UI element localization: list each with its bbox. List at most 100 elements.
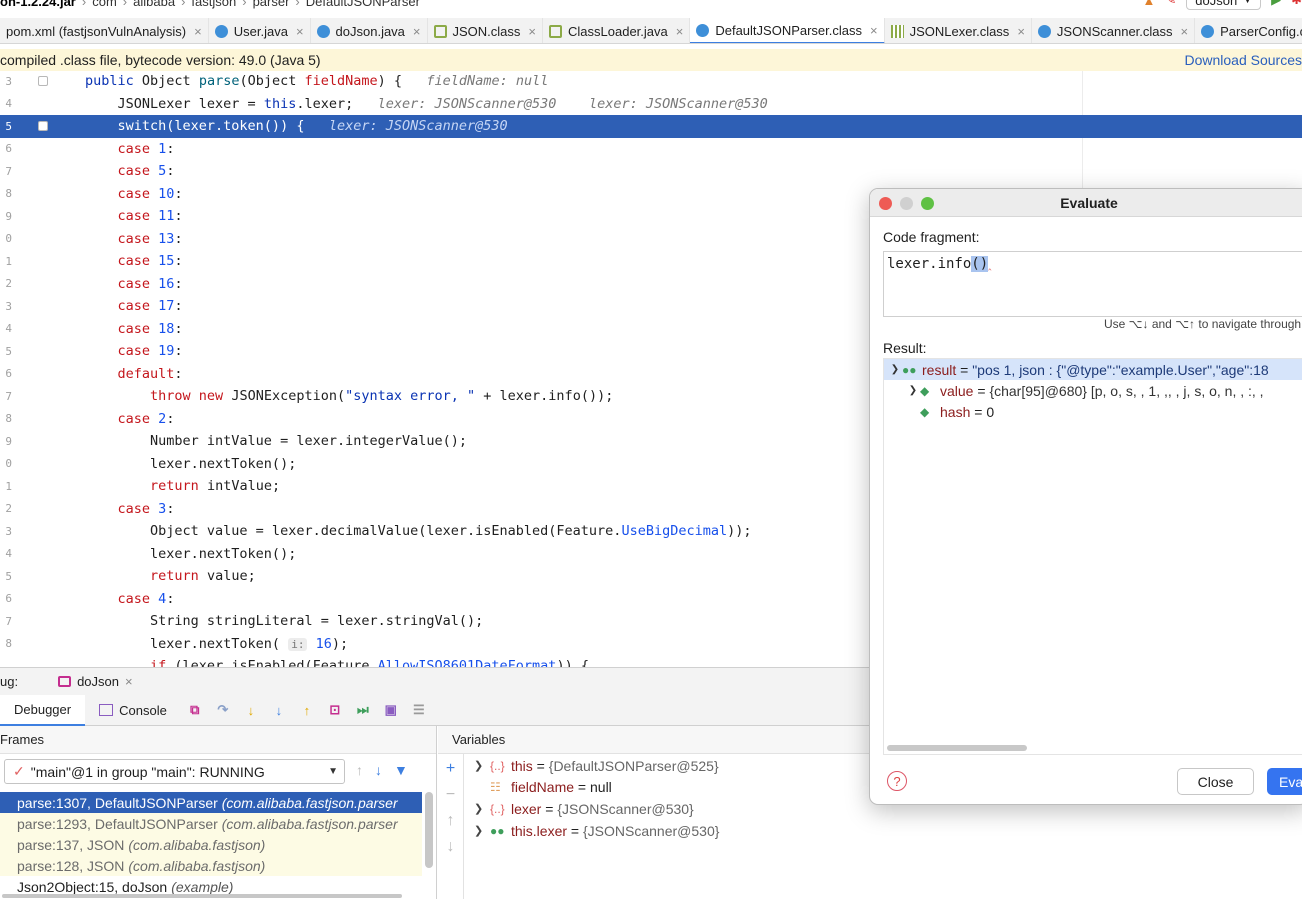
breadcrumb-item[interactable]: parser (253, 0, 290, 9)
breadcrumb: on-1.2.24.jar › com › alibaba › fastjson… (0, 0, 1302, 9)
java-icon (1037, 24, 1051, 38)
drop-frame-icon[interactable]: ⊡ (327, 702, 343, 718)
variables-title: Variables (452, 732, 506, 747)
settings-list-icon[interactable]: ☰ (411, 702, 427, 718)
tab-jsonlexer-class[interactable]: JSONLexer.class × (885, 18, 1032, 43)
tab-label: doJson.java (335, 23, 405, 39)
remove-watch-icon[interactable]: − (446, 786, 455, 804)
frame-row[interactable]: parse:1293, DefaultJSONParser (com.alibab… (0, 813, 422, 834)
evaluate-dialog: Evaluate Code fragment: lexer.info()‸ Us… (869, 188, 1302, 805)
close-icon[interactable]: × (296, 24, 304, 39)
fold-icon[interactable] (38, 121, 48, 131)
tab-label: DefaultJSONParser.class (715, 22, 863, 38)
close-icon[interactable]: × (1017, 24, 1025, 39)
variable-row[interactable]: ❯ {..} lexer = {JSONScanner@530} (474, 798, 694, 819)
step-over-icon[interactable]: ↷ (215, 702, 231, 718)
arrow-down-icon[interactable]: ↓ (447, 838, 455, 856)
tab-defaultjsonparser-class[interactable]: DefaultJSONParser.class × (690, 18, 885, 43)
field-tag-icon: ◆ (920, 404, 930, 419)
variable-row[interactable]: ❯ {..} this = {DefaultJSONParser@525} (474, 755, 719, 776)
variable-row[interactable]: ☷ fieldName = null (474, 776, 612, 797)
chevron-right-icon[interactable]: ❯ (906, 385, 920, 396)
close-icon[interactable]: × (676, 24, 684, 39)
navigation-hint: Use ⌥↓ and ⌥↑ to navigate through (1104, 317, 1302, 331)
close-button[interactable]: Close (1177, 768, 1254, 795)
tab-json-class[interactable]: JSON.class × (428, 18, 544, 43)
run-config-select[interactable]: doJson ▼ (1186, 0, 1262, 10)
toolbar-right: ▲ ✎ doJson ▼ ▶ ✱ (1142, 0, 1302, 10)
breadcrumb-item[interactable]: DefaultJSONParser (306, 0, 420, 9)
java-icon (1201, 24, 1215, 38)
arrow-up-icon[interactable]: ↑ (356, 762, 363, 778)
user-icon[interactable]: ▲ (1142, 0, 1155, 8)
result-row[interactable]: ◆ hash = 0 (884, 401, 1302, 422)
close-icon[interactable]: × (413, 24, 421, 39)
add-watch-icon[interactable]: + (446, 760, 455, 778)
tab-label: ClassLoader.java (568, 23, 668, 39)
tab-debugger[interactable]: Debugger (0, 694, 86, 726)
tab-parserconfig-class[interactable]: ParserConfig.class (1195, 18, 1302, 43)
check-icon: ✓ (13, 763, 25, 779)
run-icon[interactable]: ▶ (1271, 0, 1281, 8)
run-to-cursor-icon[interactable]: ⏭ (355, 702, 371, 718)
chevron-down-icon[interactable]: ❯ (888, 364, 902, 375)
evaluate-icon[interactable]: ▣ (383, 702, 399, 718)
tab-label: JSON.class (452, 23, 521, 39)
parameter-icon: ☷ (490, 779, 501, 794)
chevron-right-icon: › (242, 0, 247, 9)
breadcrumb-item[interactable]: alibaba (133, 0, 175, 9)
tab-dojson-java[interactable]: doJson.java × (311, 18, 428, 43)
close-icon[interactable]: × (125, 674, 133, 689)
tab-console[interactable]: Console (85, 695, 181, 726)
layout-icon[interactable]: ⧉ (187, 702, 203, 718)
variable-row[interactable]: ❯ ●● this.lexer = {JSONScanner@530} (474, 820, 719, 841)
frame-row[interactable]: parse:1307, DefaultJSONParser (com.alibab… (0, 792, 422, 813)
close-icon[interactable]: × (1181, 24, 1189, 39)
help-button[interactable]: ? (887, 771, 907, 791)
close-icon[interactable]: × (528, 24, 536, 39)
code-line: 3 public Object parse(Object fieldName) {… (5, 73, 549, 90)
result-row[interactable]: ❯ ◆ value = {char[95]@680} [p, o, s, , 1… (884, 380, 1302, 401)
frames-horizontal-scrollbar[interactable] (2, 894, 402, 898)
filter-icon[interactable]: ▼ (394, 762, 408, 778)
breadcrumb-item[interactable]: on-1.2.24.jar (0, 0, 76, 9)
editor-tabs: pom.xml (fastjsonVulnAnalysis) × User.ja… (0, 18, 1302, 44)
tab-user-java[interactable]: User.java × (209, 18, 311, 43)
step-out-icon[interactable]: ↑ (299, 702, 315, 718)
window-minimize-icon[interactable] (900, 197, 913, 210)
debug-session-tab[interactable]: doJson × (58, 674, 133, 689)
dialog-titlebar[interactable]: Evaluate (870, 189, 1302, 217)
debug-icon[interactable]: ✱ (1291, 0, 1302, 8)
code-fragment-input[interactable]: lexer.info()‸ (883, 251, 1302, 317)
step-into-icon[interactable]: ↓ (243, 702, 259, 718)
frame-row[interactable]: parse:128, JSON (com.alibaba.fastjson) (0, 855, 422, 876)
thread-select[interactable]: ✓ "main"@1 in group "main": RUNNING ▼ (4, 759, 345, 784)
tab-jsonscanner-class[interactable]: JSONScanner.class × (1032, 18, 1196, 43)
chevron-right-icon[interactable]: ❯ (474, 802, 490, 815)
decompiled-notice: compiled .class file, bytecode version: … (0, 49, 1302, 71)
evaluate-button[interactable]: Eva (1267, 768, 1302, 795)
arrow-up-icon[interactable]: ↑ (447, 812, 455, 830)
tab-classloader-java[interactable]: ClassLoader.java × (543, 18, 691, 43)
chevron-right-icon[interactable]: ❯ (474, 759, 490, 772)
frames-scrollbar[interactable] (425, 792, 433, 868)
download-sources-link[interactable]: Download Sources (1184, 52, 1302, 68)
result-horizontal-scrollbar[interactable] (887, 745, 1027, 751)
watch-icon: ●● (902, 362, 917, 377)
window-close-icon[interactable] (879, 197, 892, 210)
tab-pom-xml[interactable]: pom.xml (fastjsonVulnAnalysis) × (0, 18, 209, 43)
result-tree[interactable]: ❯ ●● result = "pos 1, json : {"@type":"e… (883, 358, 1302, 755)
breadcrumb-item[interactable]: fastjson (191, 0, 236, 9)
force-step-into-icon[interactable]: ↓ (271, 702, 287, 718)
close-icon[interactable]: × (870, 23, 878, 38)
frame-row[interactable]: parse:137, JSON (com.alibaba.fastjson) (0, 834, 422, 855)
chevron-right-icon[interactable]: ❯ (474, 824, 490, 837)
hammer-icon[interactable]: ✎ (1165, 0, 1176, 8)
chevron-down-icon: ▼ (328, 766, 338, 777)
breadcrumb-item[interactable]: com (92, 0, 117, 9)
result-row[interactable]: ❯ ●● result = "pos 1, json : {"@type":"e… (884, 359, 1302, 380)
fold-icon[interactable] (38, 76, 48, 86)
close-icon[interactable]: × (194, 24, 202, 39)
arrow-down-icon[interactable]: ↓ (375, 762, 382, 778)
window-zoom-icon[interactable] (921, 197, 934, 210)
